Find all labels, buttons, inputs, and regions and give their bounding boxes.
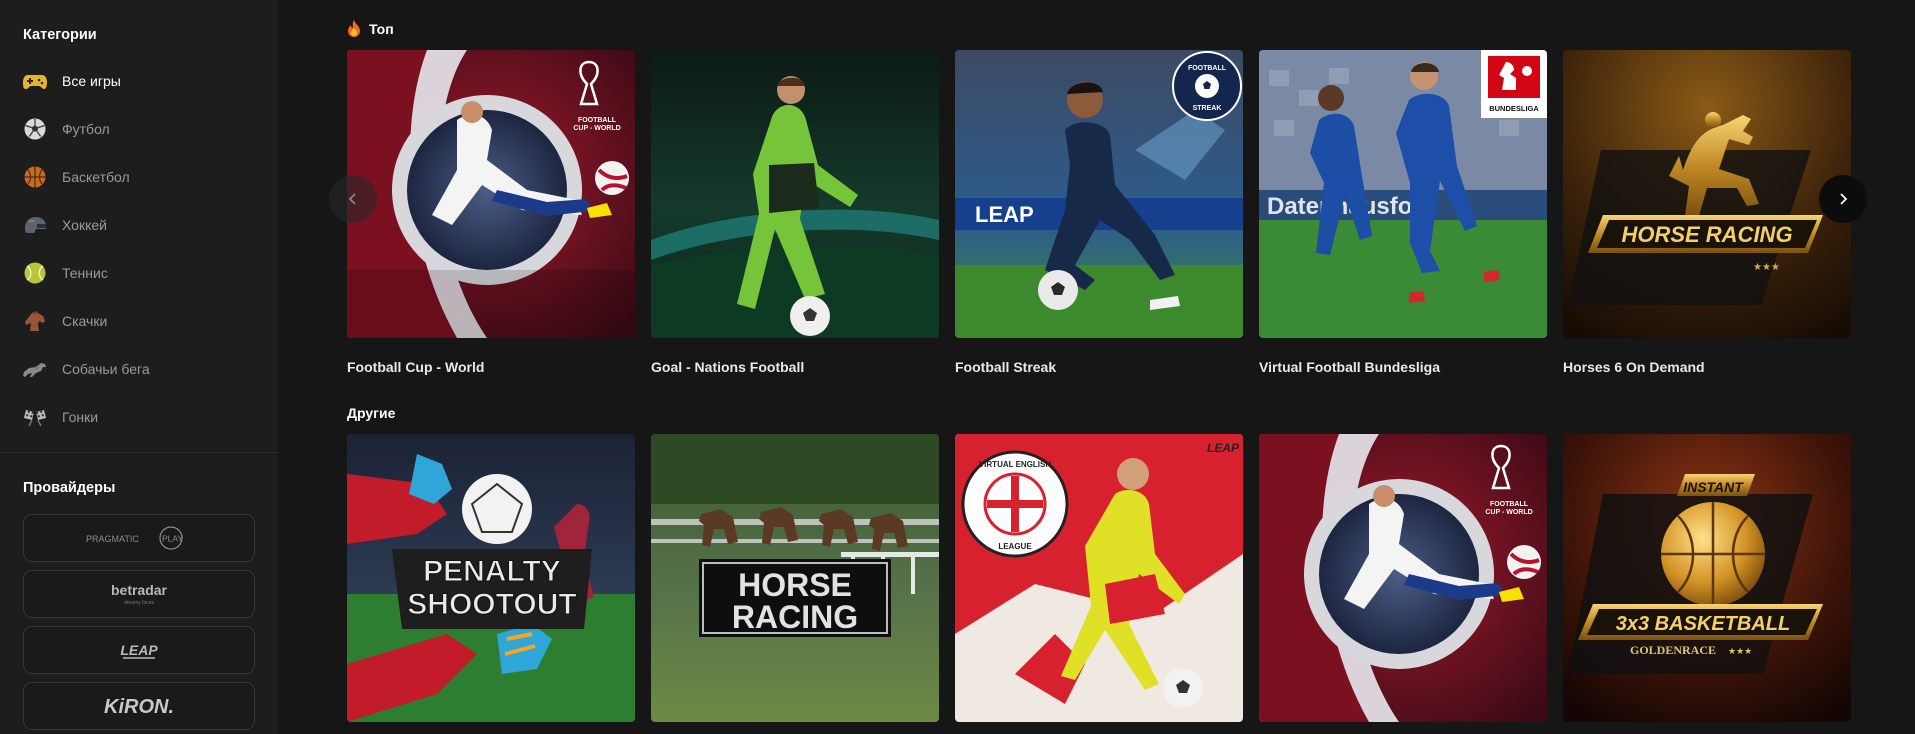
game-card[interactable]: LEAP FOOTBALL STREAK Football Streak	[955, 50, 1243, 375]
svg-text:LEAP: LEAP	[120, 642, 158, 658]
svg-text:RACING: RACING	[732, 599, 858, 635]
game-card[interactable]: HORSE RACING ★★★ Horses 6 On Demand	[1563, 50, 1851, 375]
game-thumbnail	[651, 50, 939, 338]
horse-head-icon	[23, 309, 47, 333]
svg-text:PRAGMATIC: PRAGMATIC	[86, 534, 139, 544]
greyhound-icon	[23, 357, 47, 381]
game-title: Goal - Nations Football	[651, 359, 805, 375]
categories-title: Категории	[23, 27, 97, 43]
pragmatic-play-logo: PRAGMATIC PLAY	[86, 526, 183, 550]
section-title-top: Топ	[347, 20, 394, 37]
category-label: Баскетбол	[62, 169, 130, 185]
tennis-ball-icon	[23, 261, 47, 285]
game-card[interactable]: Datenhausfo BUNDESLIGA Virtual Football …	[1259, 50, 1547, 375]
category-all-games[interactable]: Все игры	[0, 57, 278, 105]
svg-text:KiRON.: KiRON.	[104, 696, 174, 718]
betradar-logo: betradar dreamy faces	[111, 582, 168, 606]
category-label: Скачки	[62, 313, 108, 329]
category-label: Собачьи бега	[62, 361, 150, 377]
svg-text:★★★: ★★★	[1753, 262, 1780, 273]
svg-text:FOOTBALL: FOOTBALL	[1188, 65, 1227, 72]
game-thumbnail: FOOTBALL CUP - WORLD	[347, 50, 635, 338]
game-thumbnail: LEAP FOOTBALL STREAK	[955, 50, 1243, 338]
game-thumbnail: PENALTY SHOOTOUT	[347, 434, 635, 722]
svg-text:★★★: ★★★	[1728, 646, 1752, 656]
section-title-text: Топ	[369, 20, 394, 37]
racing-flags-icon	[23, 405, 47, 429]
game-thumbnail: FOOTBALL CUP - WORLD	[1259, 434, 1547, 722]
game-thumbnail: HORSE RACING	[651, 434, 939, 722]
chevron-left-icon	[348, 193, 356, 205]
category-hockey[interactable]: Хоккей	[0, 201, 278, 249]
svg-text:LEAP: LEAP	[975, 202, 1034, 227]
game-card[interactable]: FOOTBALL CUP - WORLD Football Cup - Worl…	[347, 50, 635, 375]
category-horse-racing[interactable]: Скачки	[0, 297, 278, 345]
svg-text:SHOOTOUT: SHOOTOUT	[407, 588, 576, 621]
sidebar: Категории Все игры Футбол Баскетбол Хокк…	[0, 0, 278, 734]
soccer-ball-icon	[23, 117, 47, 141]
svg-text:CUP - WORLD: CUP - WORLD	[573, 125, 620, 132]
providers-title: Провайдеры	[23, 480, 116, 496]
svg-text:HORSE: HORSE	[738, 567, 852, 603]
section-title-other: Другие	[347, 405, 396, 421]
category-label: Хоккей	[62, 217, 107, 233]
svg-text:dreamy faces: dreamy faces	[124, 600, 155, 606]
svg-text:CUP - WORLD: CUP - WORLD	[1485, 509, 1532, 516]
hockey-helmet-icon	[23, 213, 47, 237]
game-card[interactable]: FOOTBALL CUP - WORLD	[1259, 434, 1547, 722]
category-football[interactable]: Футбол	[0, 105, 278, 153]
game-card[interactable]: Goal - Nations Football	[651, 50, 939, 375]
game-card[interactable]: VIRTUAL ENGLISH LEAGUE LEAP	[955, 434, 1243, 722]
basketball-icon	[23, 165, 47, 189]
kiron-logo: KiRON.	[104, 696, 174, 718]
category-label: Гонки	[62, 409, 99, 425]
game-card[interactable]: HORSE RACING	[651, 434, 939, 722]
gamepad-icon	[23, 69, 47, 93]
provider-kiron[interactable]: KiRON.	[23, 682, 255, 730]
svg-text:PLAY: PLAY	[162, 534, 183, 544]
svg-text:STREAK: STREAK	[1193, 105, 1222, 112]
fire-icon	[347, 20, 361, 37]
svg-text:VIRTUAL ENGLISH: VIRTUAL ENGLISH	[979, 460, 1052, 469]
providers-list: PRAGMATIC PLAY betradar dreamy faces LEA…	[23, 514, 255, 734]
svg-text:HORSE RACING: HORSE RACING	[1621, 222, 1792, 247]
svg-text:PENALTY: PENALTY	[423, 555, 561, 588]
svg-text:FOOTBALL: FOOTBALL	[1490, 501, 1529, 508]
svg-text:FOOTBALL: FOOTBALL	[578, 117, 617, 124]
svg-text:betradar: betradar	[111, 582, 168, 598]
game-title: Football Cup - World	[347, 359, 485, 375]
category-label: Футбол	[62, 121, 110, 137]
game-card[interactable]: INSTANT 3x3 BASKETBALL GOLDENRACE ★★★	[1563, 434, 1851, 722]
category-tennis[interactable]: Теннис	[0, 249, 278, 297]
svg-text:LEAGUE: LEAGUE	[998, 542, 1032, 551]
category-label: Теннис	[62, 265, 108, 281]
carousel-prev-button[interactable]	[329, 175, 377, 223]
game-thumbnail: HORSE RACING ★★★	[1563, 50, 1851, 338]
provider-pragmatic-play[interactable]: PRAGMATIC PLAY	[23, 514, 255, 562]
game-thumbnail: Datenhausfo BUNDESLIGA	[1259, 50, 1547, 338]
provider-leap[interactable]: LEAP	[23, 626, 255, 674]
game-title: Football Streak	[955, 359, 1057, 375]
category-racing[interactable]: Гонки	[0, 393, 278, 441]
game-card[interactable]: PENALTY SHOOTOUT	[347, 434, 635, 722]
svg-text:INSTANT: INSTANT	[1683, 479, 1744, 495]
chevron-right-icon	[1840, 193, 1848, 205]
svg-text:BUNDESLIGA: BUNDESLIGA	[1489, 104, 1539, 113]
sidebar-divider	[0, 452, 278, 453]
svg-text:LEAP: LEAP	[1207, 441, 1240, 455]
category-basketball[interactable]: Баскетбол	[0, 153, 278, 201]
categories-list: Все игры Футбол Баскетбол Хоккей Теннис	[0, 57, 278, 441]
carousel-next-button[interactable]	[1819, 175, 1867, 223]
category-label: Все игры	[62, 73, 121, 89]
game-thumbnail: VIRTUAL ENGLISH LEAGUE LEAP	[955, 434, 1243, 722]
provider-betradar[interactable]: betradar dreamy faces	[23, 570, 255, 618]
game-thumbnail: INSTANT 3x3 BASKETBALL GOLDENRACE ★★★	[1563, 434, 1851, 722]
svg-text:GOLDENRACE: GOLDENRACE	[1630, 643, 1716, 657]
leap-logo: LEAP	[120, 642, 158, 659]
game-title: Horses 6 On Demand	[1563, 359, 1705, 375]
category-greyhound[interactable]: Собачьи бега	[0, 345, 278, 393]
svg-text:3x3 BASKETBALL: 3x3 BASKETBALL	[1616, 613, 1790, 635]
game-title: Virtual Football Bundesliga	[1259, 359, 1440, 375]
